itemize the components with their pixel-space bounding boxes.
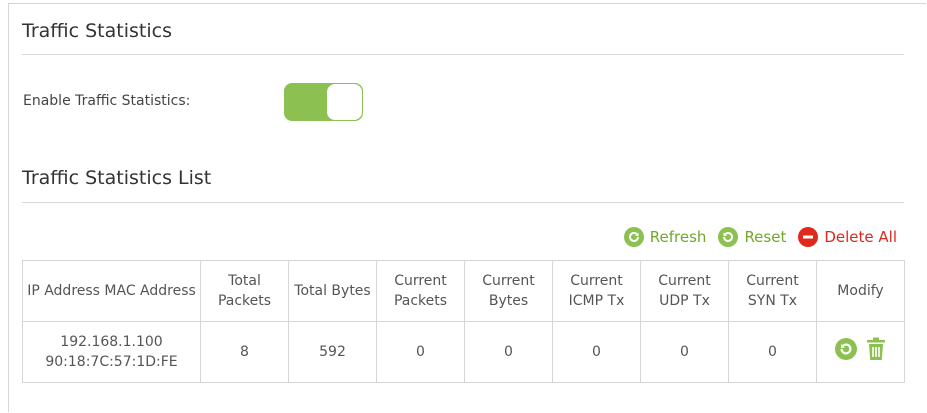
list-actions: Refresh Reset Delete All (612, 227, 897, 247)
enable-traffic-label: Enable Traffic Statistics: (23, 93, 191, 109)
cell-current-syn: 0 (728, 321, 817, 383)
divider (22, 54, 904, 55)
cell-current-icmp: 0 (552, 321, 641, 383)
cell-total-packets: 8 (200, 321, 289, 383)
col-header-total-bytes: Total Bytes (288, 260, 377, 322)
refresh-label: Refresh (649, 228, 707, 246)
cell-total-bytes: 592 (288, 321, 377, 383)
col-header-total-packets: Total Packets (200, 260, 289, 322)
col-header-current-icmp: Current ICMP Tx (552, 260, 641, 322)
col-header-current-packets: Current Packets (376, 260, 465, 322)
table-header-row: IP Address MAC Address Total Packets Tot… (22, 260, 905, 322)
cell-current-udp: 0 (640, 321, 729, 383)
col-header-current-udp: Current UDP Tx (640, 260, 729, 322)
col-header-modify: Modify (816, 260, 905, 322)
table-row: 192.168.1.100 90:18:7C:57:1D:FE 8 592 0 … (22, 321, 905, 383)
cell-current-bytes: 0 (464, 321, 553, 383)
cell-ip-mac: 192.168.1.100 90:18:7C:57:1D:FE (22, 321, 201, 383)
section-title-traffic-statistics-list: Traffic Statistics List (22, 167, 212, 189)
cell-modify (816, 321, 905, 383)
toggle-knob (327, 84, 362, 120)
cell-current-packets: 0 (376, 321, 465, 383)
col-header-ip-mac: IP Address MAC Address (22, 260, 201, 322)
delete-all-icon (798, 227, 819, 247)
enable-traffic-toggle[interactable] (284, 83, 363, 121)
col-header-current-syn: Current SYN Tx (728, 260, 817, 322)
divider (22, 202, 904, 203)
reset-button[interactable]: Reset (718, 227, 786, 247)
refresh-icon (623, 227, 644, 247)
delete-all-button[interactable]: Delete All (798, 227, 897, 247)
row-reset-icon[interactable] (834, 338, 857, 366)
refresh-button[interactable]: Refresh (623, 227, 707, 247)
traffic-statistics-table: IP Address MAC Address Total Packets Tot… (22, 260, 905, 383)
trash-icon[interactable] (865, 337, 887, 367)
col-header-current-bytes: Current Bytes (464, 260, 553, 322)
reset-icon (718, 227, 739, 247)
section-title-traffic-statistics: Traffic Statistics (22, 20, 172, 42)
delete-all-label: Delete All (824, 228, 897, 246)
reset-label: Reset (744, 228, 787, 246)
